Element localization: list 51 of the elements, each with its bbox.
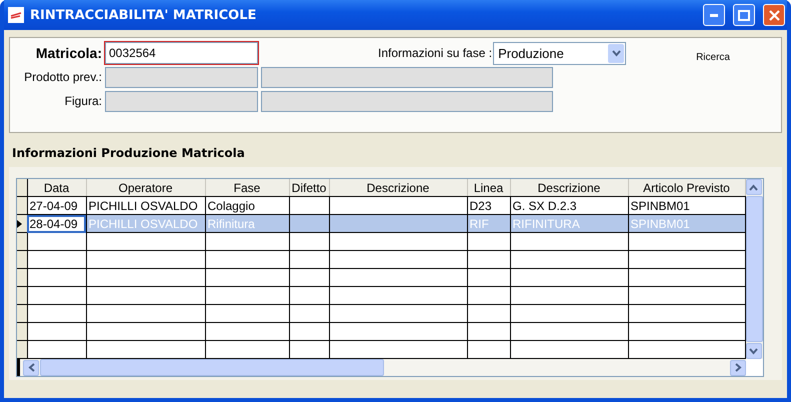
- close-button[interactable]: [763, 4, 785, 26]
- table-cell: RIFINITURA: [510, 214, 628, 232]
- vertical-scrollbar[interactable]: [746, 179, 762, 359]
- table-row[interactable]: 27-04-09 PICHILLI OSVALDO Colaggio D23 G. SX D.2.3 SPINBM01: [17, 196, 745, 214]
- row-pointer-icon: [17, 220, 22, 228]
- column-header[interactable]: Linea: [467, 179, 510, 196]
- table-cell: D23: [467, 196, 510, 214]
- figura-description-field[interactable]: [261, 90, 553, 112]
- table-cell: SPINBM01: [628, 196, 745, 214]
- column-header[interactable]: Descrizione: [510, 179, 628, 196]
- figura-code-field[interactable]: [105, 90, 258, 112]
- table-cell: SPINBM01: [628, 214, 745, 232]
- chevron-left-icon: [28, 363, 34, 372]
- ricerca-link[interactable]: Ricerca: [696, 52, 730, 64]
- table-cell: 27-04-09: [27, 196, 86, 214]
- chevron-down-icon: [749, 348, 758, 354]
- table-cell: 28-04-09: [27, 214, 86, 232]
- maximize-icon: [738, 10, 750, 20]
- minimize-button[interactable]: [703, 4, 725, 26]
- column-header[interactable]: Descrizione: [329, 179, 467, 196]
- table-cell: PICHILLI OSVALDO: [86, 214, 205, 232]
- fase-dropdown[interactable]: Produzione: [493, 42, 626, 64]
- table-cell: G. SX D.2.3: [510, 196, 628, 214]
- table-cell: RIF: [467, 214, 510, 232]
- table-cell: Rifinitura: [205, 214, 289, 232]
- prodotto-label: Prodotto prev.:: [23, 70, 103, 84]
- column-header[interactable]: Difetto: [289, 179, 329, 196]
- chevron-up-icon: [749, 184, 758, 190]
- table-row[interactable]: 28-04-09 PICHILLI OSVALDO Rifinitura RIF RIFINITURA SPINBM01: [17, 214, 745, 232]
- matricola-field[interactable]: 0032564: [105, 42, 258, 64]
- figura-label: Figura:: [64, 94, 103, 108]
- fase-label: Informazioni su fase :: [378, 46, 492, 60]
- prodotto-description-field[interactable]: [261, 66, 553, 88]
- maximize-button[interactable]: [733, 4, 755, 26]
- horizontal-scrollbar[interactable]: [17, 359, 746, 376]
- chevron-right-icon: [734, 363, 742, 372]
- column-header[interactable]: Fase: [205, 179, 289, 196]
- column-header[interactable]: Data: [27, 179, 86, 196]
- app-icon: [8, 7, 24, 23]
- column-header[interactable]: Articolo Previsto: [628, 179, 745, 196]
- window-title: RINTRACCIABILITA' MATRICOLE: [30, 8, 256, 22]
- table-cell: PICHILLI OSVALDO: [86, 196, 205, 214]
- column-header[interactable]: Operatore: [86, 179, 205, 196]
- close-icon: [768, 10, 780, 20]
- section-title: Informazioni Produzione Matricola: [11, 145, 246, 162]
- chevron-down-icon: [612, 50, 621, 56]
- matricola-label: Matricola:: [34, 45, 103, 61]
- prodotto-code-field[interactable]: [105, 66, 258, 88]
- minimize-icon: [710, 14, 718, 16]
- table-cell: Colaggio: [205, 196, 289, 214]
- table-cell: [289, 196, 329, 214]
